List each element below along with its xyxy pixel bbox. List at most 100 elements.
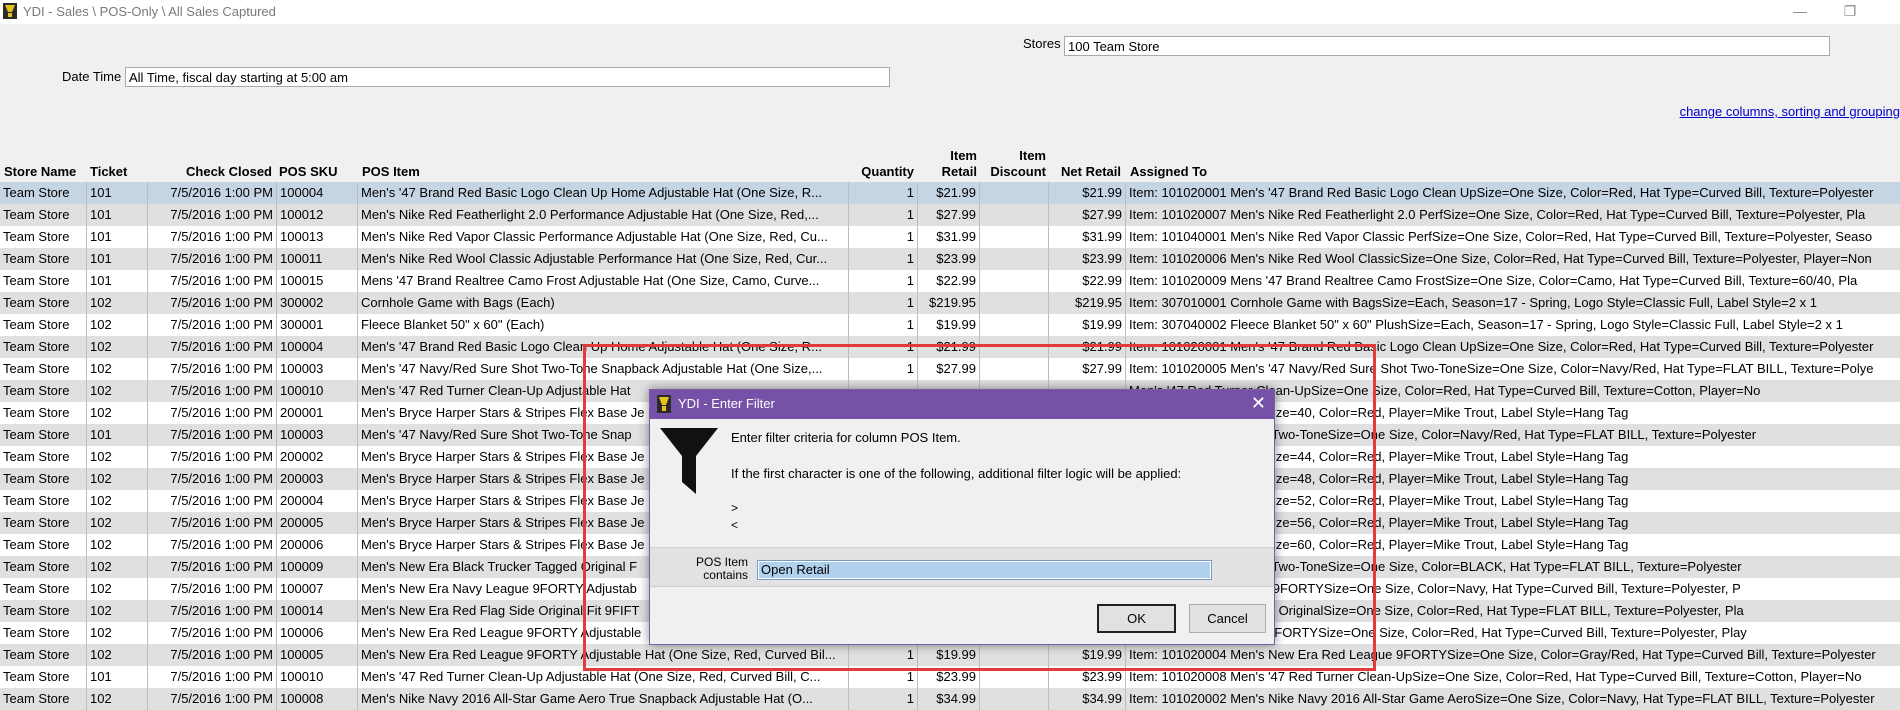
cell-pos-sku: 100003 — [280, 427, 324, 442]
cell-ticket: 102 — [90, 537, 112, 552]
cell-ticket: 102 — [90, 405, 112, 420]
cell-pos-sku: 200006 — [280, 537, 324, 552]
table-row[interactable]: Team Store 102 7/5/2016 1:00 PM 100008 Men's… — [0, 688, 1900, 710]
cell-net-retail: $23.99 — [1082, 669, 1122, 684]
cell-item-retail: $31.99 — [936, 229, 976, 244]
cell-check-closed: 7/5/2016 1:00 PM — [170, 647, 273, 662]
cell-pos-sku: 100010 — [280, 669, 324, 684]
cell-store-name: Team Store — [3, 383, 70, 398]
minimize-button[interactable]: — — [1780, 0, 1820, 24]
filter-input[interactable]: Open Retail — [757, 560, 1212, 580]
cell-store-name: Team Store — [3, 449, 70, 464]
change-columns-link[interactable]: change columns, sorting and grouping — [1680, 104, 1900, 119]
datetime-label: Date Time — [62, 69, 122, 84]
cell-item-retail: $23.99 — [936, 251, 976, 266]
cell-pos-sku: 100014 — [280, 603, 324, 618]
cell-pos-sku: 100011 — [280, 251, 323, 266]
col-item-retail[interactable]: Item Retail — [920, 148, 977, 180]
table-row[interactable]: Team Store 101 7/5/2016 1:00 PM 100004 Men's… — [0, 182, 1900, 204]
cell-item-discount — [980, 336, 1048, 358]
table-row[interactable]: Team Store 102 7/5/2016 1:00 PM 300001 Fleec… — [0, 314, 1900, 336]
dialog-op-less: < — [731, 518, 739, 532]
table-row[interactable]: Team Store 101 7/5/2016 1:00 PM 100015 Mens … — [0, 270, 1900, 292]
col-pos-item[interactable]: POS Item — [362, 164, 420, 180]
cell-store-name: Team Store — [3, 273, 70, 288]
dialog-filter-logic-note: If the first character is one of the fol… — [731, 466, 1182, 481]
col-check-closed[interactable]: Check Closed — [150, 164, 272, 180]
table-row[interactable]: Team Store 101 7/5/2016 1:00 PM 100013 Men's… — [0, 226, 1900, 248]
col-store-name[interactable]: Store Name — [4, 164, 76, 180]
window-title: YDI - Sales \ POS-Only \ All Sales Captu… — [23, 4, 276, 19]
dialog-op-greater: > — [731, 501, 739, 515]
col-quantity[interactable]: Quantity — [850, 164, 914, 180]
cell-pos-sku: 100006 — [280, 625, 324, 640]
cell-check-closed: 7/5/2016 1:00 PM — [170, 405, 273, 420]
cell-item-discount — [980, 204, 1048, 226]
table-row[interactable]: Team Store 101 7/5/2016 1:00 PM 100012 Men's… — [0, 204, 1900, 226]
cell-ticket: 102 — [90, 691, 112, 706]
cell-store-name: Team Store — [3, 207, 70, 222]
cell-assigned-to: Item: 101020009 Mens '47 Brand Realtree … — [1129, 273, 1858, 288]
cell-store-name: Team Store — [3, 581, 70, 596]
cell-ticket: 102 — [90, 361, 112, 376]
table-row[interactable]: Team Store 102 7/5/2016 1:00 PM 300002 Cornh… — [0, 292, 1900, 314]
dialog-close-button[interactable]: ✕ — [1251, 393, 1266, 414]
cell-ticket: 102 — [90, 493, 112, 508]
cell-item-discount — [980, 292, 1048, 314]
cell-net-retail: $21.99 — [1082, 185, 1122, 200]
cell-assigned-to: Item: 307010001 Cornhole Game with BagsS… — [1129, 295, 1817, 310]
datetime-field[interactable]: All Time, fiscal day starting at 5:00 am — [125, 67, 890, 87]
app-logo-icon — [3, 3, 17, 19]
maximize-button[interactable]: ❐ — [1830, 0, 1870, 24]
cell-check-closed: 7/5/2016 1:00 PM — [170, 603, 273, 618]
cell-net-retail: $27.99 — [1082, 207, 1122, 222]
table-row[interactable]: Team Store 101 7/5/2016 1:00 PM 100010 Men's… — [0, 666, 1900, 688]
cell-assigned-to: Item: 101020006 Men's Nike Red Wool Clas… — [1129, 251, 1872, 266]
col-item-discount[interactable]: Item Discount — [980, 148, 1046, 180]
cell-ticket: 101 — [90, 669, 112, 684]
col-assigned-to[interactable]: Assigned To — [1130, 164, 1207, 180]
grid-header: Store Name Ticket Check Closed POS SKU P… — [0, 139, 1900, 182]
app-logo-icon — [657, 395, 671, 413]
cell-pos-sku: 100013 — [280, 229, 324, 244]
col-ticket[interactable]: Ticket — [90, 164, 127, 180]
cell-check-closed: 7/5/2016 1:00 PM — [170, 317, 273, 332]
cell-quantity: 1 — [906, 185, 914, 200]
cell-pos-sku: 300002 — [280, 295, 324, 310]
cell-check-closed: 7/5/2016 1:00 PM — [170, 669, 273, 684]
cell-item-retail: $27.99 — [936, 361, 976, 376]
cell-store-name: Team Store — [3, 185, 70, 200]
cell-check-closed: 7/5/2016 1:00 PM — [170, 449, 273, 464]
col-item-retail-line2: Retail — [941, 164, 977, 179]
cell-check-closed: 7/5/2016 1:00 PM — [170, 295, 273, 310]
col-pos-sku[interactable]: POS SKU — [279, 164, 338, 180]
cell-item-retail: $21.99 — [936, 339, 976, 354]
cell-store-name: Team Store — [3, 669, 70, 684]
cell-check-closed: 7/5/2016 1:00 PM — [170, 691, 273, 706]
cell-item-discount — [980, 688, 1048, 710]
cell-ticket: 101 — [90, 273, 112, 288]
filter-input-value: Open Retail — [761, 562, 830, 577]
cell-pos-sku: 100005 — [280, 647, 324, 662]
cell-store-name: Team Store — [3, 339, 70, 354]
cell-pos-sku: 100007 — [280, 581, 324, 596]
cell-quantity: 1 — [906, 229, 914, 244]
cell-assigned-to: Item: 101020004 Men's New Era Red League… — [1129, 647, 1876, 662]
cell-store-name: Team Store — [3, 537, 70, 552]
stores-field[interactable]: 100 Team Store — [1064, 36, 1830, 56]
cell-check-closed: 7/5/2016 1:00 PM — [170, 493, 273, 508]
stores-label: Stores — [1023, 36, 1061, 51]
cell-pos-sku: 100009 — [280, 559, 324, 574]
table-row[interactable]: Team Store 102 7/5/2016 1:00 PM 100004 Men's… — [0, 336, 1900, 358]
table-row[interactable]: Team Store 102 7/5/2016 1:00 PM 100003 Men's… — [0, 358, 1900, 380]
cell-store-name: Team Store — [3, 229, 70, 244]
cell-item-discount — [980, 270, 1048, 292]
table-row[interactable]: Team Store 101 7/5/2016 1:00 PM 100011 Men's… — [0, 248, 1900, 270]
cancel-button[interactable]: Cancel — [1189, 604, 1266, 633]
col-net-retail[interactable]: Net Retail — [1050, 164, 1121, 180]
cell-check-closed: 7/5/2016 1:00 PM — [170, 339, 273, 354]
table-row[interactable]: Team Store 102 7/5/2016 1:00 PM 100005 Men's… — [0, 644, 1900, 666]
ok-button[interactable]: OK — [1097, 604, 1176, 633]
cell-store-name: Team Store — [3, 295, 70, 310]
enter-filter-dialog: YDI - Enter Filter ✕ Enter filter criter… — [649, 389, 1275, 645]
